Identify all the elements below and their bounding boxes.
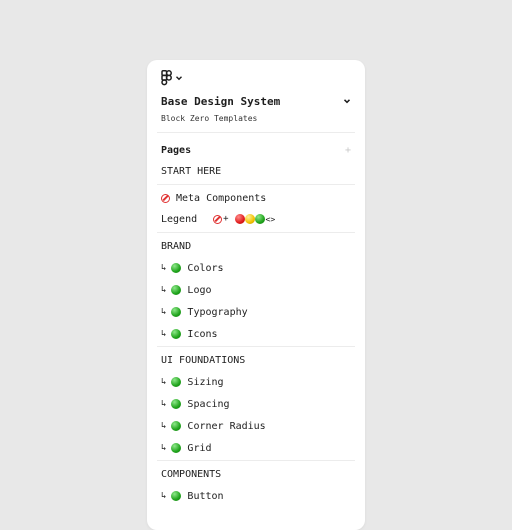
green-circle-icon	[171, 307, 182, 317]
green-circle-icon	[171, 285, 182, 295]
green-circle-icon	[254, 214, 265, 224]
page-item-typography[interactable]: ↳ Typography	[161, 303, 248, 321]
sub-page-arrow-icon: ↳	[161, 377, 167, 387]
legend-icons: + <>	[213, 214, 275, 224]
page-label: START HERE	[161, 165, 222, 177]
page-item-spacing[interactable]: ↳ Spacing	[161, 395, 230, 413]
page-label: Typography	[187, 306, 248, 318]
divider	[157, 232, 355, 233]
page-label: Colors	[187, 262, 224, 274]
sub-page-arrow-icon: ↳	[161, 491, 167, 501]
file-title-dropdown[interactable]: Base Design System	[161, 93, 351, 109]
sub-page-arrow-icon: ↳	[161, 329, 167, 339]
page-item-sizing[interactable]: ↳ Sizing	[161, 373, 224, 391]
divider	[157, 184, 355, 185]
green-circle-icon	[171, 263, 182, 273]
page-item-grid[interactable]: ↳ Grid	[161, 439, 212, 457]
page-label: Legend	[161, 213, 198, 225]
no-entry-icon	[161, 193, 170, 203]
page-label: Spacing	[187, 398, 230, 410]
green-circle-icon	[171, 399, 182, 409]
page-item-icons[interactable]: ↳ Icons	[161, 325, 218, 343]
code-icon: <>	[265, 214, 276, 224]
sub-page-arrow-icon: ↳	[161, 263, 167, 273]
green-circle-icon	[171, 421, 182, 431]
divider	[157, 132, 355, 133]
page-label: COMPONENTS	[161, 468, 222, 480]
divider	[157, 346, 355, 347]
layers-panel: Base Design System Block Zero Templates …	[147, 60, 365, 530]
sub-page-arrow-icon: ↳	[161, 399, 167, 409]
pages-label: Pages	[161, 144, 192, 156]
legend-plus: +	[223, 214, 229, 224]
main-menu-button[interactable]	[161, 70, 183, 86]
page-item-corner-radius[interactable]: ↳ Corner Radius	[161, 417, 266, 435]
page-item-components[interactable]: COMPONENTS	[161, 465, 221, 483]
page-label: Meta Components	[176, 192, 267, 204]
yellow-circle-icon	[244, 214, 255, 224]
file-title: Base Design System	[161, 94, 281, 108]
page-item-logo[interactable]: ↳ Logo	[161, 281, 212, 299]
chevron-down-icon	[343, 99, 351, 104]
page-item-button[interactable]: ↳ Button	[161, 487, 224, 505]
file-subtitle: Block Zero Templates	[161, 114, 258, 123]
page-label: Sizing	[187, 376, 224, 388]
green-circle-icon	[171, 377, 182, 387]
divider	[157, 460, 355, 461]
page-item-start-here[interactable]: START HERE	[161, 162, 221, 180]
page-item-ui-foundations[interactable]: UI FOUNDATIONS	[161, 351, 245, 369]
page-label: Corner Radius	[187, 420, 266, 432]
red-circle-icon	[234, 214, 245, 224]
green-circle-icon	[171, 443, 182, 453]
page-item-brand[interactable]: BRAND	[161, 237, 191, 255]
pages-header: Pages +	[161, 142, 351, 158]
page-label: Grid	[187, 442, 212, 454]
add-page-icon[interactable]: +	[345, 145, 351, 156]
sub-page-arrow-icon: ↳	[161, 307, 167, 317]
page-item-legend[interactable]: Legend + <>	[161, 210, 275, 228]
chevron-down-icon	[176, 76, 182, 81]
figma-logo-icon	[161, 70, 172, 86]
sub-page-arrow-icon: ↳	[161, 443, 167, 453]
green-circle-icon	[171, 329, 182, 339]
sub-page-arrow-icon: ↳	[161, 285, 167, 295]
page-label: Icons	[187, 328, 218, 340]
page-label: Button	[187, 490, 224, 502]
page-label: BRAND	[161, 240, 192, 252]
page-label: UI FOUNDATIONS	[161, 354, 246, 366]
green-circle-icon	[171, 491, 182, 501]
page-item-meta-components[interactable]: Meta Components	[161, 189, 266, 207]
no-entry-icon	[213, 214, 223, 224]
page-item-colors[interactable]: ↳ Colors	[161, 259, 224, 277]
sub-page-arrow-icon: ↳	[161, 421, 167, 431]
page-label: Logo	[187, 284, 212, 296]
